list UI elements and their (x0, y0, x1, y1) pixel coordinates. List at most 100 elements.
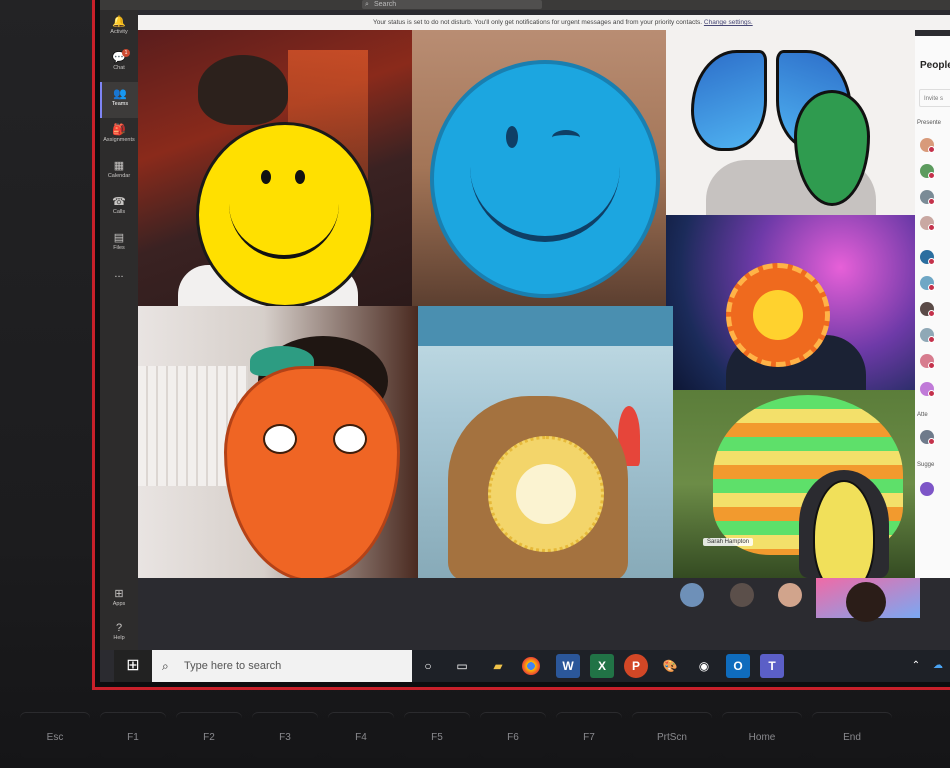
screen: ⌕ Search 🔔 Activity 💬 1 Chat 👥 Teams 🎒 A… (100, 0, 950, 682)
title-bar: ⌕ Search (100, 0, 950, 10)
rail-label: Calendar (107, 173, 131, 179)
video-tile-5[interactable] (138, 306, 418, 588)
rail-label: Help (113, 635, 125, 641)
participant-avatar[interactable] (920, 302, 935, 317)
phone-icon: ☎ (112, 196, 126, 208)
eye (263, 424, 297, 454)
participant-avatar[interactable] (920, 164, 935, 179)
key-end: End (812, 712, 892, 758)
dnd-status-icon (928, 198, 935, 205)
video-tile-3[interactable] (666, 30, 915, 215)
eye (295, 170, 305, 184)
wink-eye (552, 130, 580, 145)
word-icon[interactable]: W (556, 654, 580, 678)
rail-label: Assignments (103, 137, 135, 143)
self-view-video[interactable] (816, 578, 920, 622)
video-tile-1[interactable] (138, 30, 412, 306)
outlook-icon[interactable]: O (726, 654, 750, 678)
overflow-avatar[interactable] (778, 583, 802, 607)
dnd-status-icon (928, 172, 935, 179)
sun-face (753, 290, 803, 340)
participant-avatar[interactable] (920, 138, 935, 153)
calendar-icon: ▦ (113, 160, 125, 172)
rail-item-apps[interactable]: ⊞ Apps (100, 582, 138, 618)
search-icon: ⌕ (162, 659, 169, 673)
dnd-status-icon (928, 146, 935, 153)
rail-item-assignments[interactable]: 🎒 Assignments (100, 118, 138, 154)
video-tile-2[interactable] (412, 30, 666, 306)
rail-item-calendar[interactable]: ▦ Calendar (100, 154, 138, 190)
rail-item-calls[interactable]: ☎ Calls (100, 190, 138, 226)
banner-message: Your status is set to do not disturb. Yo… (373, 19, 703, 26)
excel-icon[interactable]: X (590, 654, 614, 678)
task-view-icon[interactable]: ▭ (450, 654, 474, 678)
rail-item-more[interactable]: ... (100, 262, 138, 298)
section-suggestions[interactable]: Sugge (917, 462, 934, 468)
people-title: People (920, 60, 950, 71)
rail-item-files[interactable]: ▤ Files (100, 226, 138, 262)
video-tile-7[interactable]: Sarah Hampton (673, 390, 915, 578)
chevron-up-icon[interactable]: ⌃ (904, 654, 928, 678)
key-f6: F6 (480, 712, 546, 758)
flower-center (516, 464, 576, 524)
search-icon: ⌕ (365, 1, 369, 8)
search-input[interactable]: ⌕ Search (362, 0, 542, 9)
chrome-icon[interactable] (522, 657, 540, 675)
section-attendees[interactable]: Atte (917, 412, 928, 418)
key-prtscn: PrtScn (632, 712, 712, 758)
participant-avatar[interactable] (920, 354, 935, 369)
rail-item-help[interactable]: ? Help (100, 616, 138, 652)
cortana-icon[interactable]: ○ (416, 654, 440, 678)
windows-start-icon[interactable]: ⊞ (114, 650, 152, 682)
powerpoint-icon[interactable]: P (624, 654, 648, 678)
dnd-banner: Your status is set to do not disturb. Yo… (138, 15, 950, 30)
video-tile-4[interactable] (666, 215, 915, 390)
participant-avatar[interactable] (920, 430, 935, 445)
participant-avatar[interactable] (920, 382, 935, 397)
onedrive-icon[interactable]: ☁ (926, 654, 950, 678)
participant-avatar[interactable] (920, 216, 935, 231)
dnd-status-icon (928, 438, 935, 445)
sun-face-filter (726, 263, 830, 367)
smile (229, 185, 339, 259)
key-f3: F3 (252, 712, 318, 758)
dnd-status-icon (928, 258, 935, 265)
overflow-avatar[interactable] (680, 583, 704, 607)
dnd-status-icon (928, 390, 935, 397)
search-label: Search (374, 1, 397, 8)
rail-label: Activity (110, 29, 128, 35)
change-settings-link[interactable]: Change settings. (704, 19, 753, 26)
key-esc: Esc (20, 712, 90, 758)
taskbar-search-input[interactable]: ⌕ Type here to search (152, 650, 412, 682)
bell-icon: 🔔 (112, 16, 126, 28)
butterfly-wing-left (691, 50, 767, 151)
video-tile-6[interactable] (418, 306, 673, 578)
rail-item-activity[interactable]: 🔔 Activity (100, 10, 138, 46)
teams-icon[interactable]: T (760, 654, 784, 678)
invite-input[interactable]: Invite s (919, 89, 950, 107)
people-icon[interactable]: ◉ (692, 654, 716, 678)
key-f7: F7 (556, 712, 622, 758)
more-icon: ... (114, 268, 124, 280)
participant-avatar[interactable] (920, 250, 935, 265)
participant-avatar[interactable] (920, 482, 934, 496)
overflow-avatar[interactable] (730, 583, 754, 607)
participant-hair (198, 55, 288, 125)
rail-item-teams[interactable]: 👥 Teams (100, 82, 138, 118)
participant-avatar[interactable] (920, 190, 935, 205)
participant-avatar[interactable] (920, 276, 935, 291)
section-presenters[interactable]: Presente (917, 120, 941, 126)
rail-item-chat[interactable]: 💬 1 Chat (100, 46, 138, 82)
file-explorer-icon[interactable]: ▰ (486, 654, 510, 678)
rail-label: Chat (113, 65, 125, 71)
eye (261, 170, 271, 184)
key-f2: F2 (176, 712, 242, 758)
people-pane: People Invite s Presente Atte Sugge (915, 36, 950, 596)
ship-ceiling (418, 306, 673, 346)
smile (470, 146, 620, 242)
participant-avatar[interactable] (920, 328, 935, 343)
apps-icon: ⊞ (114, 588, 124, 600)
chat-icon: 💬 (112, 52, 126, 64)
paint-icon[interactable]: 🎨 (658, 654, 682, 678)
participant-name-label: Sarah Hampton (703, 538, 754, 546)
